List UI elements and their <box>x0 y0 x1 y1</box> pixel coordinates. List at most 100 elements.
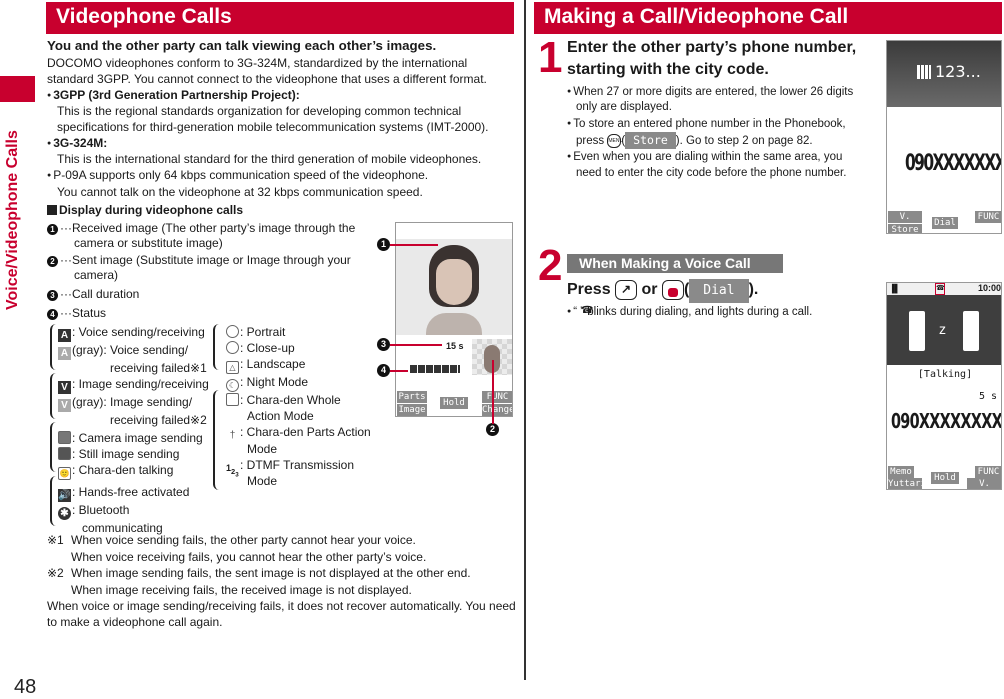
step-1-number: 1 <box>538 33 563 82</box>
step-1-title-2: starting with the city code. <box>567 61 769 78</box>
status-voice: A: Voice sending/receiving <box>58 324 209 342</box>
talk-duration: 5 s <box>978 391 997 402</box>
legend-item-4: 4 ···Status <box>47 305 106 322</box>
callout-2: 2 <box>486 423 499 436</box>
center-key-icon <box>661 279 684 300</box>
section-tab <box>0 76 35 102</box>
camera-sending-icon <box>58 431 71 444</box>
callout-2-icon: 2 <box>47 256 58 267</box>
speed-note-2: You cannot talk on the videophone at 32 … <box>57 185 423 199</box>
talking-status: [Talking] <box>917 369 973 380</box>
callout-line <box>390 344 442 346</box>
status-text: : Chara-den talking <box>72 463 174 477</box>
dial-softkey: Dial <box>689 279 749 303</box>
lead-text: You and the other party can talk viewing… <box>47 38 437 53</box>
status-still: : Still image sending <box>58 446 209 462</box>
dial-header-text: 123... <box>935 62 981 81</box>
step-1-bullet-2-cont: press MENU(Store). Go to step 2 on page … <box>576 132 813 149</box>
portrait-icon <box>226 325 239 338</box>
voice-icon: A <box>58 329 71 342</box>
softkey-vphone: V. phone <box>888 211 922 233</box>
mode-text: Mode <box>247 474 278 488</box>
step-2-bullet-text: “ ” blinks during dialing, and lights du… <box>573 306 813 318</box>
softkey-vphone: V. phone <box>967 478 1001 489</box>
night-mode-icon: ☾ <box>226 379 239 392</box>
brace <box>213 390 220 490</box>
legend-1-text-2: camera or substitute image) <box>74 236 223 250</box>
call-key-icon: ↗ <box>615 279 638 300</box>
status-text: : Image sending/receiving <box>72 377 209 391</box>
step-2-number: 2 <box>538 241 563 290</box>
step-1-bullet-3-cont: need to enter the city code before the p… <box>576 167 847 179</box>
closing-line-1: When voice or image sending/receiving fa… <box>47 599 516 613</box>
intro-line-1: DOCOMO videophones conform to 3G-324M, s… <box>47 56 468 70</box>
callout-4-icon: 4 <box>47 309 58 320</box>
section-label: Voice/Videophone Calls <box>4 130 21 310</box>
status-handsfree: 🔊: Hands-free activated <box>58 484 209 502</box>
legend-2-text-2: camera) <box>74 268 119 282</box>
handset-right-icon <box>963 311 979 351</box>
dtmf-icon: 123 <box>226 463 239 479</box>
landscape-icon: △ <box>226 361 239 374</box>
callout-1-icon: 1 <box>47 224 58 235</box>
calling-icon: ☎ <box>581 305 594 316</box>
footnote-2: ※2 When image sending fails, the sent ima… <box>47 565 471 598</box>
paren-text: ). <box>748 281 759 298</box>
clock: 10:00 <box>977 283 1001 293</box>
mode-text: : Portrait <box>240 325 286 339</box>
softkey-hold: Hold <box>440 397 468 409</box>
footnote-mark: ※2 <box>47 566 64 580</box>
callout-3-icon: 3 <box>47 290 58 301</box>
close-up-icon <box>226 341 239 354</box>
softkey-yuttari: Yuttari <box>888 478 926 489</box>
softkey-func: FUNC <box>975 211 1001 223</box>
dial-header: 123... <box>887 41 1001 107</box>
step-2-bullet: “ ” blinks during dialing, and lights du… <box>567 304 812 321</box>
chara-whole-icon <box>226 393 239 406</box>
press-text: Press <box>567 281 611 298</box>
step-1-bullet-3: Even when you are dialing within the sam… <box>567 149 842 166</box>
bullet-3g324m-line-1: This is the international standard for t… <box>57 152 482 166</box>
callout-4: 4 <box>377 364 390 377</box>
mode-closeup: : Close-up <box>226 340 376 356</box>
image-icon: V <box>58 381 71 394</box>
bullet-3gpp-line-1: This is the regional standards organizat… <box>57 104 462 118</box>
status-camera: : Camera image sending <box>58 430 209 446</box>
callout-line <box>390 370 408 372</box>
softkey-dial: Dial <box>932 217 958 229</box>
mode-text: : Chara-den Whole <box>240 393 341 407</box>
voice-failed-icon: A <box>58 347 71 360</box>
status-icons-strip <box>410 365 460 373</box>
mode-portrait: : Portrait <box>226 324 376 340</box>
calling-status-icon: ☎ <box>935 283 945 295</box>
status-text: : Camera image sending <box>72 431 203 445</box>
image-failed-icon: V <box>58 399 71 412</box>
mode-night: ☾: Night Mode <box>226 374 376 392</box>
speed-note-1: P-09A supports only 64 kbps communicatio… <box>47 167 428 185</box>
brace <box>50 476 57 526</box>
status-bar: ▐▌ ☎ 10:00 <box>887 283 1001 295</box>
legend-item-2: 2 ···Sent image (Substitute image or Imag… <box>47 253 367 283</box>
footnote-text: When voice receiving fails, you cannot h… <box>71 549 427 564</box>
softkey-hold: Hold <box>931 472 959 484</box>
display-heading: Display during videophone calls <box>47 202 243 219</box>
status-text: : Bluetooth <box>72 503 130 517</box>
mode-text: : Night Mode <box>240 375 309 389</box>
talking-number: 090XXXXXXXX <box>891 409 1002 433</box>
mode-text: Mode <box>247 442 278 456</box>
status-text: : Still image sending <box>72 447 180 461</box>
status-image-failed: V (gray): Image sending/ <box>58 394 209 412</box>
bullet-3gpp-head: 3GPP (3rd Generation Partnership Project… <box>47 87 300 105</box>
legend-2-text: ···Sent image (Substitute image or Image… <box>60 253 351 267</box>
hands-free-icon: 🔊 <box>58 489 71 502</box>
status-voice-failed: A (gray): Voice sending/ <box>58 342 209 360</box>
softkey-func: FUNC <box>975 466 1001 478</box>
legend-4-text: ···Status <box>60 306 107 320</box>
mode-text: : Landscape <box>240 357 306 371</box>
bullet-3gpp-line-2: specifications for third-generation mobi… <box>57 120 489 134</box>
callout-line <box>492 360 494 424</box>
footnote-text: When image receiving fails, the received… <box>71 582 412 597</box>
intro-line-2: standard 3GPP. You cannot connect to the… <box>47 72 487 86</box>
brace <box>50 324 57 370</box>
footnote-mark: ※1 <box>47 533 64 547</box>
